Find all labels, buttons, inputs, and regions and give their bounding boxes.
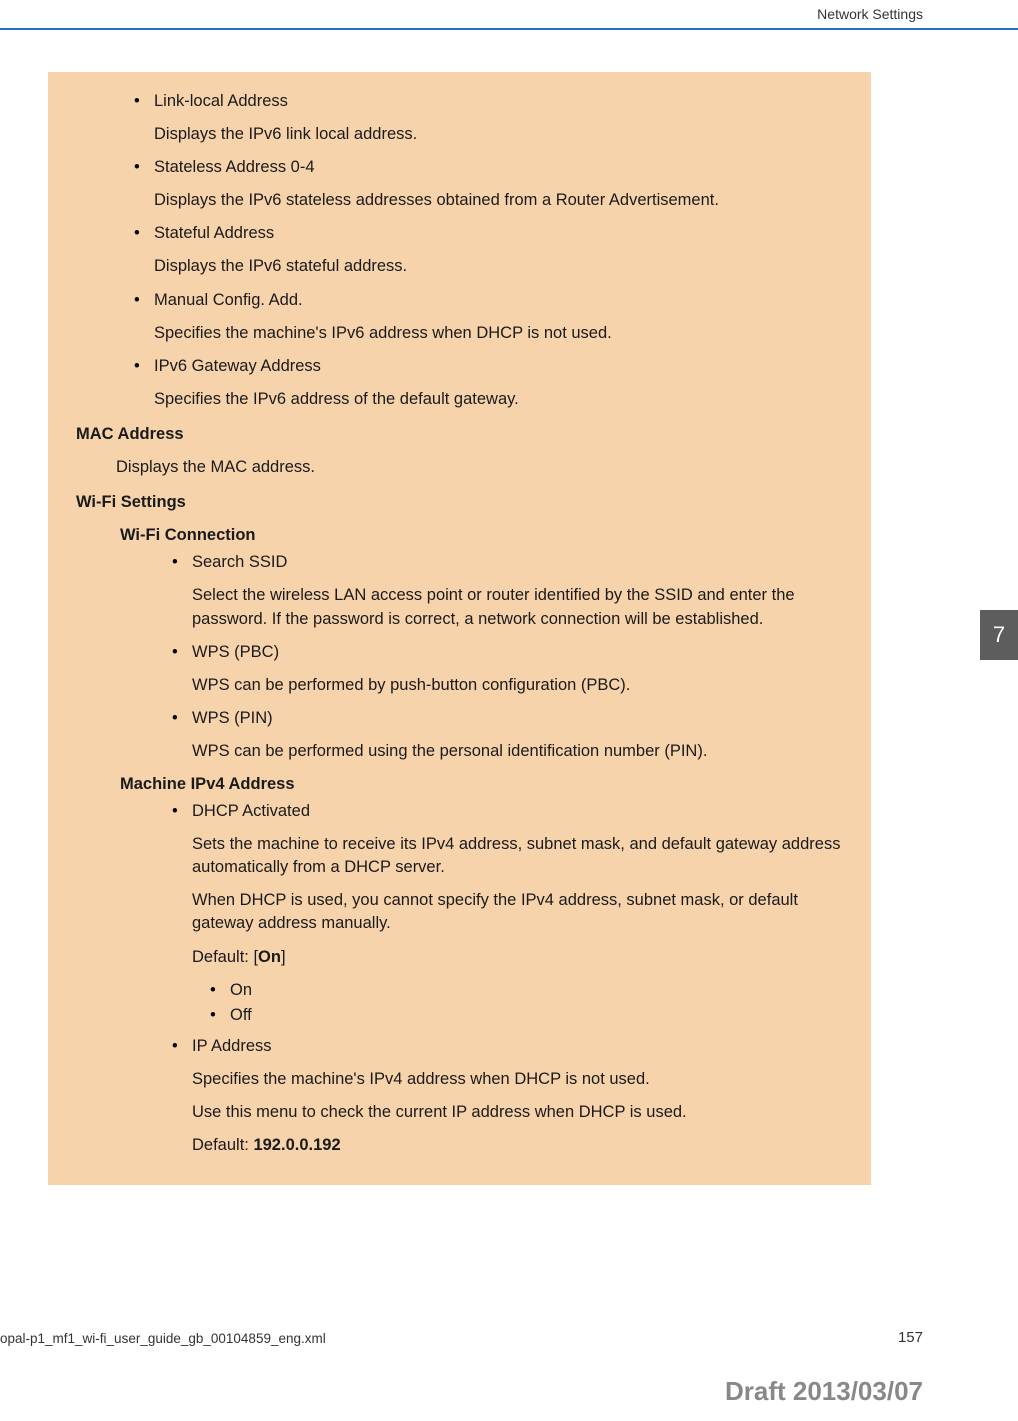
heading-wifi-connection: Wi-Fi Connection bbox=[120, 524, 843, 547]
item-dhcp-activated-desc1: Sets the machine to receive its IPv4 add… bbox=[192, 833, 843, 879]
item-stateful-desc: Displays the IPv6 stateful address. bbox=[154, 255, 843, 278]
item-stateless-desc: Displays the IPv6 stateless addresses ob… bbox=[154, 189, 843, 212]
footer-filename: opal-p1_mf1_wi-fi_user_guide_gb_00104859… bbox=[0, 1331, 326, 1346]
heading-mac-address: MAC Address bbox=[76, 423, 843, 446]
draft-stamp: Draft 2013/03/07 bbox=[725, 1376, 923, 1407]
item-ip-address-title: IP Address bbox=[172, 1035, 843, 1058]
item-dhcp-activated-desc2: When DHCP is used, you cannot specify th… bbox=[192, 889, 843, 935]
content-panel: Link-local Address Displays the IPv6 lin… bbox=[48, 72, 871, 1185]
item-ipv6-gateway-title: IPv6 Gateway Address bbox=[134, 355, 843, 378]
item-search-ssid-title: Search SSID bbox=[172, 551, 843, 574]
item-ip-address-desc2: Use this menu to check the current IP ad… bbox=[192, 1101, 843, 1124]
item-ipv6-gateway-desc: Specifies the IPv6 address of the defaul… bbox=[154, 388, 843, 411]
dhcp-default-prefix: Default: [ bbox=[192, 948, 258, 966]
item-link-local-title: Link-local Address bbox=[134, 90, 843, 113]
header-section: Network Settings bbox=[817, 6, 923, 22]
dhcp-default-suffix: ] bbox=[281, 948, 286, 966]
item-dhcp-default: Default: [On] bbox=[192, 946, 843, 969]
item-dhcp-activated-title: DHCP Activated bbox=[172, 800, 843, 823]
header-rule bbox=[0, 28, 1018, 30]
item-wps-pbc-title: WPS (PBC) bbox=[172, 641, 843, 664]
item-wps-pin-desc: WPS can be performed using the personal … bbox=[192, 740, 843, 763]
ip-default-prefix: Default: bbox=[192, 1136, 253, 1154]
page-number: 157 bbox=[898, 1329, 923, 1346]
item-link-local-desc: Displays the IPv6 link local address. bbox=[154, 123, 843, 146]
item-stateless-title: Stateless Address 0-4 bbox=[134, 156, 843, 179]
dhcp-option-off: Off bbox=[210, 1004, 843, 1027]
item-ip-address-desc1: Specifies the machine's IPv4 address whe… bbox=[192, 1068, 843, 1091]
ip-default-value: 192.0.0.192 bbox=[253, 1136, 340, 1154]
dhcp-default-value: On bbox=[258, 948, 281, 966]
item-wps-pbc-desc: WPS can be performed by push-button conf… bbox=[192, 674, 843, 697]
item-wps-pin-title: WPS (PIN) bbox=[172, 707, 843, 730]
mac-address-desc: Displays the MAC address. bbox=[116, 456, 843, 479]
item-manual-config-desc: Specifies the machine's IPv6 address whe… bbox=[154, 322, 843, 345]
heading-machine-ipv4: Machine IPv4 Address bbox=[120, 773, 843, 796]
chapter-tab: 7 bbox=[980, 610, 1018, 660]
item-ip-default: Default: 192.0.0.192 bbox=[192, 1134, 843, 1157]
item-search-ssid-desc: Select the wireless LAN access point or … bbox=[192, 584, 843, 630]
item-manual-config-title: Manual Config. Add. bbox=[134, 289, 843, 312]
item-stateful-title: Stateful Address bbox=[134, 222, 843, 245]
heading-wifi-settings: Wi-Fi Settings bbox=[76, 491, 843, 514]
dhcp-option-on: On bbox=[210, 979, 843, 1002]
